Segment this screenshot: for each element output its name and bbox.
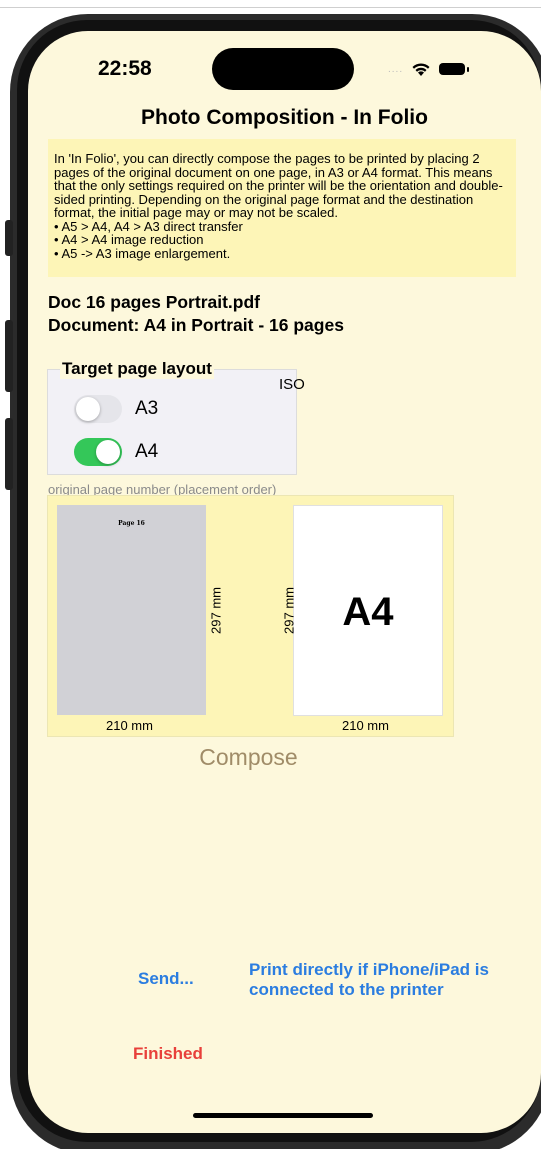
toggle-knob (76, 397, 100, 421)
a3-toggle[interactable] (74, 395, 122, 423)
target-format-label: A4 (342, 590, 394, 634)
phone-screen: 22:58 .... Photo Composition - In Folio … (28, 31, 541, 1133)
original-page-height: 297 mm (208, 587, 224, 634)
info-text: In 'In Folio', you can directly compose … (54, 152, 514, 260)
target-page-width: 210 mm (342, 718, 389, 733)
dynamic-island (212, 48, 354, 90)
print-directly-button[interactable]: Print directly if iPhone/iPad is connect… (249, 960, 499, 1000)
target-layout-panel: ISO A3 A4 (47, 369, 305, 475)
side-button-action (5, 220, 13, 256)
a4-toggle[interactable] (74, 438, 122, 466)
side-button-volume-up (5, 320, 13, 392)
target-page-height: 297 mm (281, 587, 297, 634)
target-page-preview: A4 (293, 505, 443, 716)
a4-label: A4 (135, 441, 159, 462)
a3-label: A3 (135, 398, 159, 419)
original-page-width: 210 mm (106, 718, 153, 733)
wifi-icon (412, 62, 430, 76)
send-button[interactable]: Send... (138, 969, 194, 989)
page-title: Photo Composition - In Folio (141, 106, 428, 129)
original-page-number: Page 16 (118, 520, 145, 527)
original-page-thumbnail[interactable]: Page 16 (57, 505, 206, 715)
finished-button[interactable]: Finished (133, 1044, 203, 1064)
info-bullet: • A5 > A4, A4 > A3 direct transfer (54, 218, 243, 234)
info-bullet: • A4 > A4 image reduction (54, 232, 204, 247)
side-button-volume-down (5, 418, 13, 490)
compose-button[interactable]: Compose (28, 744, 469, 771)
status-icons: .... (388, 59, 470, 79)
battery-icon (439, 63, 470, 75)
info-panel: In 'In Folio', you can directly compose … (48, 139, 516, 277)
target-layout-title: Target page layout (60, 359, 214, 379)
info-bullet: • A5 -> A3 image enlargement. (54, 245, 231, 261)
page-preview: Page 16 210 mm 297 mm A4 210 mm 297 mm (47, 495, 454, 737)
home-indicator[interactable] (193, 1113, 373, 1118)
iso-label: ISO (279, 376, 305, 393)
top-divider (0, 7, 541, 8)
document-description: Document: A4 in Portrait - 16 pages (48, 315, 344, 335)
toggle-knob (96, 440, 120, 464)
info-paragraph: In 'In Folio', you can directly compose … (54, 151, 503, 220)
status-time: 22:58 (98, 57, 152, 80)
document-name: Doc 16 pages Portrait.pdf (48, 292, 260, 312)
signal-icon: .... (388, 63, 404, 75)
